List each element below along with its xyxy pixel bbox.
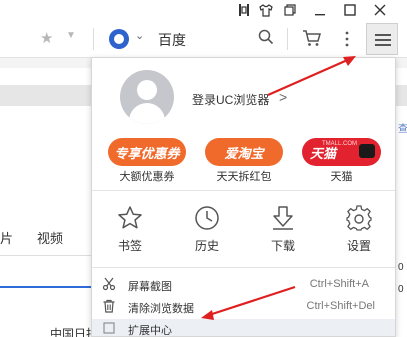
page-divider <box>0 255 95 256</box>
page-background-strip <box>395 85 407 106</box>
browser-toolbar: ★ ▼ ⌄ 百度 <box>0 20 407 58</box>
page-fragment-text: 0 <box>398 262 404 273</box>
page-tab-fragment[interactable]: 片 <box>0 228 13 247</box>
menu-item-clear-data[interactable]: 清除浏览数据 Ctrl+Shift+Del <box>92 297 395 317</box>
pin-window-icon[interactable] <box>237 2 251 18</box>
page-background-strip <box>0 85 95 106</box>
menu-divider <box>92 190 395 191</box>
tmall-cat-icon <box>359 144 375 158</box>
bookmark-star-icon[interactable]: ★ <box>40 29 53 47</box>
page-tab-video[interactable]: 视频 <box>37 228 63 247</box>
chevron-down-icon[interactable]: ▼ <box>66 30 76 41</box>
title-bar <box>0 0 407 20</box>
menu-divider <box>92 267 395 268</box>
trash-icon <box>103 299 115 313</box>
menu-item-extensions[interactable]: 扩展中心 <box>92 319 395 337</box>
menu-item-label: 清除浏览数据 <box>128 303 194 315</box>
restore-down-icon[interactable] <box>282 2 298 18</box>
settings-label[interactable]: 设置 <box>339 237 379 254</box>
baidu-paw-icon[interactable] <box>109 29 129 49</box>
history-clock-icon[interactable] <box>193 204 221 232</box>
coupon-promo-button[interactable]: 专享优惠券 <box>108 138 186 166</box>
menu-item-label: 扩展中心 <box>128 325 172 337</box>
tmall-promo-button[interactable]: 天猫 TMALL.COM <box>302 138 381 166</box>
menu-item-screenshot[interactable]: 屏幕截图 Ctrl+Shift+A <box>92 275 395 295</box>
taobao-promo-button[interactable]: 爱淘宝 <box>205 138 283 166</box>
search-icon[interactable] <box>258 29 274 45</box>
promo-label[interactable]: 大额优惠券 <box>108 168 186 184</box>
shopping-cart-icon[interactable] <box>302 28 322 48</box>
minimize-icon[interactable] <box>312 2 328 18</box>
promo-badge-text: 爱淘宝 <box>224 145 264 161</box>
login-link[interactable]: 登录UC浏览器 <box>192 91 269 108</box>
toolbar-divider <box>287 28 288 50</box>
user-avatar[interactable] <box>120 70 174 124</box>
promo-badge-text: 专享优惠券 <box>114 145 180 161</box>
chevron-down-icon[interactable]: ⌄ <box>135 29 144 42</box>
promo-label[interactable]: 天猫 <box>302 168 381 184</box>
menu-item-shortcut: Ctrl+Shift+Del <box>306 300 375 312</box>
tmall-logo-text: TMALL.COM <box>321 141 357 147</box>
page-fragment-text: 0 <box>398 284 404 295</box>
skin-shirt-icon[interactable] <box>258 2 274 18</box>
main-menu-panel: 登录UC浏览器 > 专享优惠券 爱淘宝 天猫 TMALL.COM 大额优惠券 天… <box>91 57 396 337</box>
page-fragment-text: 查 <box>398 124 407 135</box>
settings-gear-icon[interactable] <box>345 204 373 232</box>
download-arrow-icon[interactable] <box>269 204 297 232</box>
history-label[interactable]: 历史 <box>187 237 227 254</box>
toolbar-divider <box>93 28 94 50</box>
maximize-icon[interactable] <box>342 2 358 18</box>
close-icon[interactable] <box>372 2 388 18</box>
extension-icon <box>103 322 115 334</box>
downloads-label[interactable]: 下载 <box>263 237 303 254</box>
scissors-icon <box>102 277 116 291</box>
menu-item-label: 屏幕截图 <box>128 281 172 293</box>
menu-item-shortcut: Ctrl+Shift+A <box>309 278 369 290</box>
bookmark-star-icon[interactable] <box>116 204 144 232</box>
promo-label[interactable]: 天天拆红包 <box>205 168 283 184</box>
main-menu-button[interactable] <box>366 23 398 55</box>
more-vertical-icon[interactable] <box>340 29 354 49</box>
page-search-input-border <box>0 286 95 288</box>
bookmarks-label[interactable]: 书签 <box>110 237 150 254</box>
search-engine-name[interactable]: 百度 <box>158 30 186 50</box>
chevron-right-icon[interactable]: > <box>279 89 287 105</box>
